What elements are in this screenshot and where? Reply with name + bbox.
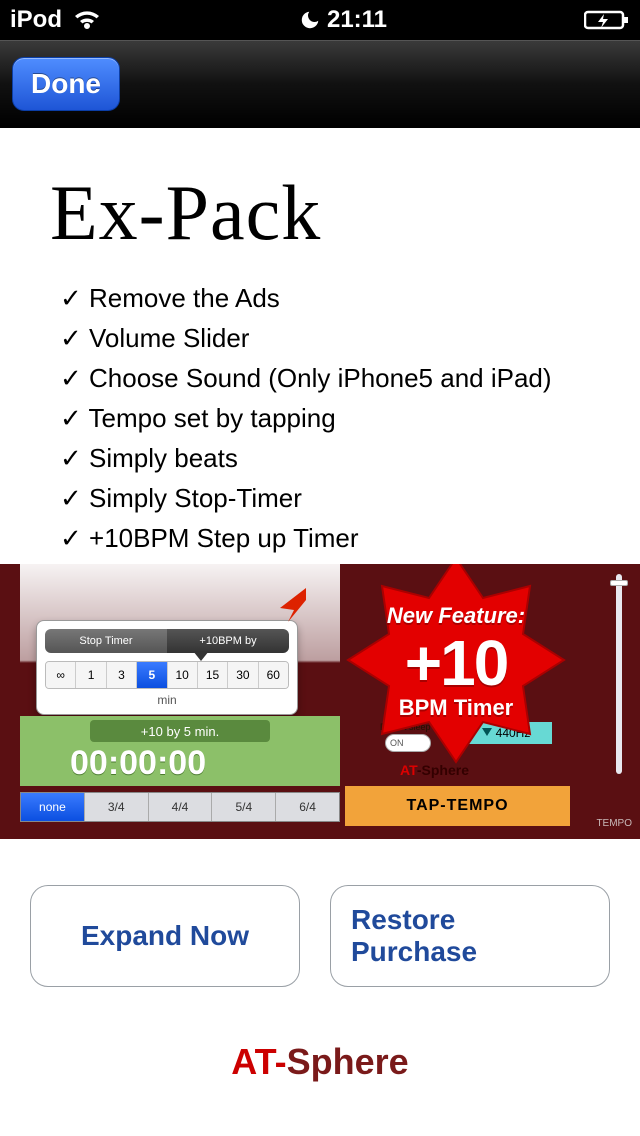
feature-item: +10BPM Step up Timer bbox=[60, 518, 610, 558]
picker-option[interactable]: 60 bbox=[258, 662, 288, 688]
ribbon-arrow-icon bbox=[280, 588, 306, 622]
battery-charging-icon bbox=[584, 9, 630, 31]
brand-sphere: Sphere bbox=[287, 1041, 409, 1082]
content-area: Ex-Pack Remove the Ads Volume Slider Cho… bbox=[0, 128, 640, 1083]
chevron-down-icon bbox=[193, 651, 209, 661]
promo-screenshot: Stop Timer +10BPM by ∞ 1 3 5 10 15 30 60… bbox=[0, 564, 640, 839]
footer-brand: AT-Sphere bbox=[30, 1041, 610, 1083]
done-button[interactable]: Done bbox=[12, 57, 120, 111]
purchase-button-row: Expand Now Restore Purchase bbox=[30, 885, 610, 987]
brand-dash: - bbox=[275, 1041, 287, 1082]
picker-option[interactable]: 1 bbox=[75, 662, 105, 688]
picker-unit-label: min bbox=[37, 693, 297, 707]
restore-purchase-button[interactable]: Restore Purchase bbox=[330, 885, 610, 987]
wifi-icon bbox=[72, 9, 102, 31]
ts-option[interactable]: 6/4 bbox=[275, 793, 339, 821]
feature-item: Choose Sound (Only iPhone5 and iPad) bbox=[60, 358, 610, 398]
minute-picker[interactable]: ∞ 1 3 5 10 15 30 60 bbox=[45, 661, 289, 689]
segment-plus10[interactable]: +10BPM by bbox=[167, 629, 289, 653]
step-interval-label: +10 by 5 min. bbox=[90, 720, 270, 742]
tempo-slider-knob[interactable] bbox=[610, 580, 628, 586]
badge-line1: New Feature: bbox=[387, 605, 525, 627]
timer-readout: 00:00:00 bbox=[70, 744, 206, 783]
picker-option[interactable]: 3 bbox=[106, 662, 136, 688]
picker-option[interactable]: 30 bbox=[227, 662, 257, 688]
do-not-disturb-icon bbox=[299, 9, 321, 31]
feature-item: Tempo set by tapping bbox=[60, 398, 610, 438]
ts-option[interactable]: 5/4 bbox=[211, 793, 275, 821]
status-bar: iPod 21:11 bbox=[0, 0, 640, 40]
carrier-label: iPod bbox=[10, 6, 62, 34]
badge-line2: +10 bbox=[387, 631, 525, 695]
popover-segment: Stop Timer +10BPM by bbox=[45, 629, 289, 653]
picker-option[interactable]: 10 bbox=[167, 662, 197, 688]
feature-item: Remove the Ads bbox=[60, 278, 610, 318]
expand-now-button[interactable]: Expand Now bbox=[30, 885, 300, 987]
feature-item: Simply beats bbox=[60, 438, 610, 478]
segment-stop-timer[interactable]: Stop Timer bbox=[45, 629, 167, 653]
timer-popover: Stop Timer +10BPM by ∞ 1 3 5 10 15 30 60… bbox=[36, 620, 298, 715]
ts-option[interactable]: none bbox=[21, 793, 84, 821]
picker-option[interactable]: 15 bbox=[197, 662, 227, 688]
ts-option[interactable]: 4/4 bbox=[148, 793, 212, 821]
ts-option[interactable]: 3/4 bbox=[84, 793, 148, 821]
page-title: Ex-Pack bbox=[50, 168, 610, 258]
brand-at: AT bbox=[231, 1041, 274, 1082]
picker-option-selected[interactable]: 5 bbox=[136, 662, 166, 688]
tap-tempo-button[interactable]: TAP-TEMPO bbox=[345, 786, 570, 826]
feature-item: Volume Slider bbox=[60, 318, 610, 358]
nav-bar: Done bbox=[0, 40, 640, 128]
new-feature-badge: New Feature: +10 BPM Timer bbox=[346, 564, 566, 772]
tempo-slider-track[interactable] bbox=[616, 574, 622, 774]
time-signature-segment: none 3/4 4/4 5/4 6/4 bbox=[20, 792, 340, 822]
clock-label: 21:11 bbox=[327, 6, 387, 34]
tempo-caption: TEMPO bbox=[596, 818, 632, 829]
feature-item: Simply Stop-Timer bbox=[60, 478, 610, 518]
picker-option[interactable]: ∞ bbox=[46, 662, 75, 688]
badge-line3: BPM Timer bbox=[387, 697, 525, 719]
feature-list: Remove the Ads Volume Slider Choose Soun… bbox=[60, 278, 610, 558]
